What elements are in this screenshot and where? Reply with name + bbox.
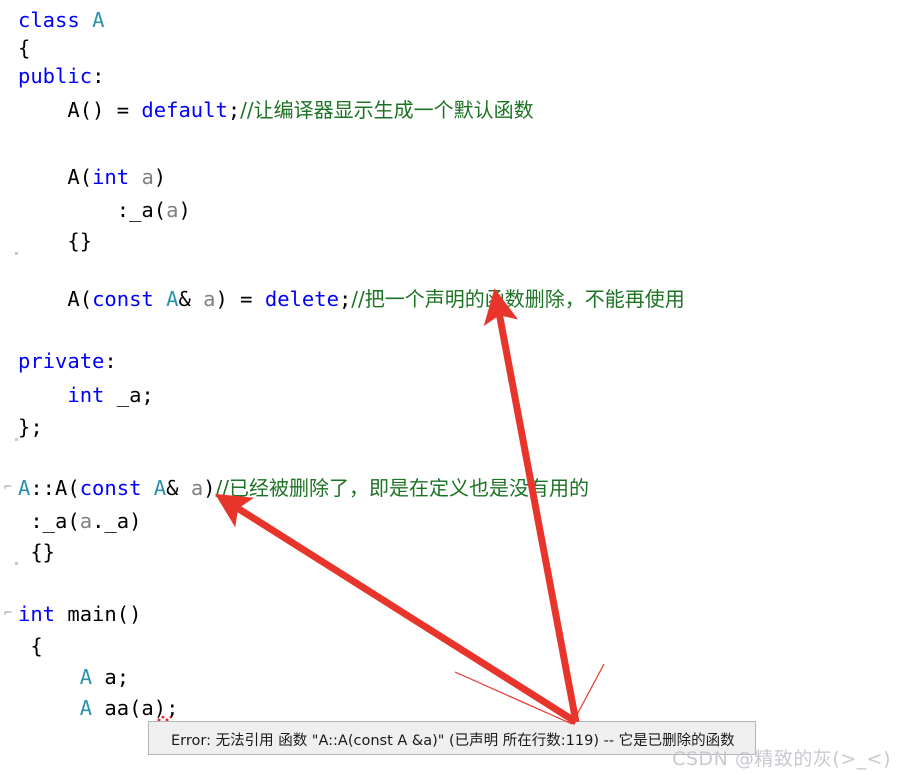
code-token: a	[166, 198, 179, 222]
code-token: public	[18, 64, 93, 88]
code-token: :	[92, 64, 105, 88]
gutter-dot-marker	[15, 562, 18, 565]
code-line[interactable]: A() = default;//让编译器显示生成一个默认函数	[18, 96, 534, 124]
gutter-dot-marker	[15, 252, 18, 255]
code-token: delete	[264, 287, 339, 311]
code-line[interactable]: :_a(a._a)	[18, 507, 141, 535]
code-line[interactable]: A(const A& a) = delete;//把一个声明的函数删除，不能再使…	[18, 285, 685, 313]
fold-marker-icon[interactable]: ⌐	[4, 600, 12, 628]
code-editor-canvas[interactable]: class A{public: A() = default;//让编译器显示生成…	[0, 0, 899, 775]
code-token: main()	[55, 602, 142, 626]
code-token: A	[79, 665, 93, 689]
code-token: a	[79, 509, 93, 533]
code-token: &	[166, 476, 191, 500]
code-token: ;	[338, 287, 352, 311]
code-token: {	[18, 634, 43, 658]
code-token: A(	[18, 165, 93, 189]
code-line[interactable]: A::A(const A& a)//已经被删除了，即是在定义也是没有用的	[18, 474, 589, 502]
code-token: )	[178, 198, 191, 222]
code-comment: //已经被删除了，即是在定义也是没有用的	[215, 476, 589, 500]
code-token: A(	[18, 287, 93, 311]
code-line[interactable]: class A	[18, 6, 104, 34]
code-token: A() =	[18, 98, 142, 122]
code-token: :_a(	[18, 198, 167, 222]
code-token: )	[203, 476, 216, 500]
code-token: int	[92, 165, 130, 189]
code-token: A	[18, 476, 31, 500]
code-token: int	[18, 602, 56, 626]
code-line[interactable]: private:	[18, 347, 117, 375]
code-token: ) =	[215, 287, 265, 311]
code-comment: //让编译器显示生成一个默认函数	[240, 98, 534, 122]
code-token: :	[104, 349, 117, 373]
code-token: A	[79, 696, 93, 720]
code-line[interactable]: int main()	[18, 600, 141, 628]
code-token: private	[18, 349, 105, 373]
code-token: ._a)	[92, 509, 142, 533]
code-token: {	[18, 36, 31, 60]
code-token: const	[79, 476, 142, 500]
code-token: A	[92, 8, 105, 32]
code-token: default	[141, 98, 228, 122]
code-line[interactable]: A a;	[18, 663, 129, 691]
fold-marker-icon[interactable]: ⌐	[4, 474, 12, 502]
code-line[interactable]: {	[18, 632, 43, 660]
code-token: a;	[92, 665, 130, 689]
error-tooltip-text: Error: 无法引用 函数 "A::A(const A &a)" (已声明 所…	[171, 733, 735, 749]
code-token: a	[190, 476, 204, 500]
code-line[interactable]: {}	[18, 538, 55, 566]
code-token: ::A(	[30, 476, 80, 500]
code-token: A	[166, 287, 179, 311]
code-line[interactable]: A(int a)	[18, 163, 166, 191]
code-line[interactable]: {	[18, 34, 30, 62]
code-token: int	[67, 383, 105, 407]
code-token: {}	[18, 229, 93, 253]
code-token: a	[203, 287, 216, 311]
code-token: {}	[18, 540, 56, 564]
code-token: const	[92, 287, 154, 311]
code-comment: //把一个声明的函数删除，不能再使用	[351, 287, 685, 311]
error-tooltip: Error: 无法引用 函数 "A::A(const A &a)" (已声明 所…	[148, 721, 756, 755]
code-line[interactable]: int _a;	[18, 381, 154, 409]
code-line[interactable]: A aa(a);	[18, 694, 179, 722]
code-token: _a;	[104, 383, 154, 407]
code-line[interactable]: };	[18, 413, 43, 441]
gutter-dot-marker	[15, 438, 18, 441]
code-token: a	[141, 165, 154, 189]
code-line[interactable]: {}	[18, 227, 92, 255]
code-line[interactable]: :_a(a)	[18, 196, 191, 224]
code-token: ;	[227, 98, 241, 122]
code-token: class	[18, 8, 93, 32]
code-token: :_a(	[18, 509, 80, 533]
code-token: )	[153, 165, 167, 189]
code-token: &	[178, 287, 204, 311]
code-token: };	[18, 415, 43, 439]
csdn-watermark: CSDN @精致的灰(>_<)	[672, 748, 891, 770]
code-line[interactable]: public:	[18, 62, 104, 90]
code-token: A	[153, 476, 167, 500]
